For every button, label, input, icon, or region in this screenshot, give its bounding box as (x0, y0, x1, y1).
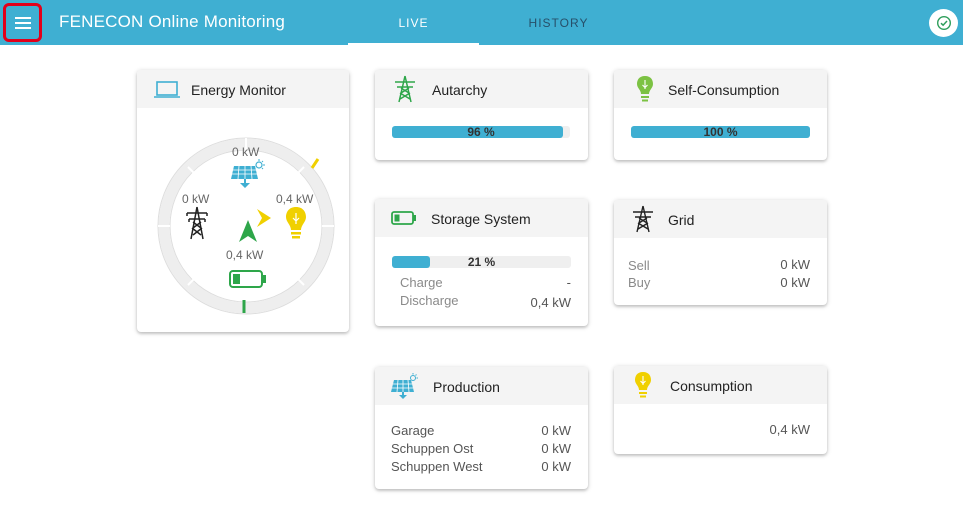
autarchy-card: Autarchy 96 % (375, 70, 588, 160)
production-row-value: 0 kW (541, 441, 571, 456)
energy-monitor-header[interactable]: Energy Monitor (137, 70, 349, 108)
production-row-label: Garage (391, 423, 435, 438)
status-button[interactable] (929, 9, 958, 37)
buy-label: Buy (628, 275, 651, 290)
production-row-value: 0 kW (541, 459, 571, 474)
lightbulb-icon (637, 76, 653, 102)
discharge-value: 0,4 kW (530, 295, 571, 310)
storage-system-card: Storage System 21 % Charge - Discharge 0… (375, 199, 588, 326)
self-consumption-progress-bar: 100 % (631, 126, 810, 138)
storage-flow-arrow-icon (239, 220, 257, 242)
consumption-value: 0,4 kW (769, 422, 810, 437)
self-consumption-header[interactable]: Self-Consumption (614, 70, 827, 108)
grid-header[interactable]: Grid (614, 200, 827, 238)
self-consumption-card: Self-Consumption 100 % (614, 70, 827, 160)
top-app-bar: FENECON Online Monitoring LIVE HISTORY (0, 0, 963, 45)
buy-value: 0 kW (780, 275, 810, 290)
grid-title: Grid (668, 212, 695, 228)
sell-label: Sell (628, 258, 650, 273)
autarchy-title: Autarchy (432, 82, 488, 98)
energy-monitor-card: Energy Monitor 0 kW 0 kW 0,4 kW 0,4 kW (137, 70, 349, 332)
storage-percent: 21 % (467, 255, 496, 269)
tab-live[interactable]: LIVE (348, 0, 479, 45)
charge-value: - (566, 275, 571, 290)
consumption-flow-arrow-icon (257, 209, 271, 227)
storage-system-header[interactable]: Storage System (375, 199, 588, 237)
autarchy-header[interactable]: Autarchy (375, 70, 588, 108)
discharge-label: Discharge (400, 293, 459, 308)
production-title: Production (433, 379, 500, 395)
grid-tower-icon (186, 206, 208, 240)
production-row-label: Schuppen West (391, 459, 483, 474)
autarchy-progress-bar: 96 % (392, 126, 570, 138)
battery-icon (229, 270, 266, 288)
production-card: Production Garage 0 kW Schuppen Ost 0 kW… (375, 367, 588, 489)
charge-label: Charge (400, 275, 443, 290)
grid-card: Grid Sell 0 kW Buy 0 kW (614, 200, 827, 305)
solar-panel-icon (391, 373, 418, 399)
consumption-card: Consumption 0,4 kW (614, 366, 827, 454)
self-consumption-percent: 100 % (703, 125, 738, 139)
lightbulb-icon (286, 207, 306, 239)
production-row-label: Schuppen Ost (391, 441, 474, 456)
consumption-header[interactable]: Consumption (614, 366, 827, 404)
check-circle-icon (936, 15, 951, 31)
storage-system-title: Storage System (431, 211, 531, 227)
production-row-value: 0 kW (541, 423, 571, 438)
tab-history[interactable]: HISTORY (493, 0, 624, 45)
self-consumption-title: Self-Consumption (668, 82, 780, 98)
autarchy-percent: 96 % (467, 125, 495, 139)
storage-progress-bar: 21 % (392, 256, 571, 268)
battery-icon (391, 211, 416, 225)
production-header[interactable]: Production (375, 367, 588, 405)
grid-tower-icon (395, 75, 415, 103)
sell-value: 0 kW (780, 257, 810, 272)
menu-button[interactable] (3, 3, 42, 42)
consumption-title: Consumption (670, 378, 753, 394)
lightbulb-icon (635, 372, 651, 398)
energy-monitor-title: Energy Monitor (191, 82, 286, 98)
menu-icon (14, 16, 31, 29)
consumption-value: 0,4 kW (276, 192, 314, 206)
grid-value: 0 kW (182, 192, 210, 206)
app-title: FENECON Online Monitoring (59, 12, 286, 31)
storage-value: 0,4 kW (226, 248, 264, 262)
production-value: 0 kW (232, 145, 260, 159)
solar-panel-icon (231, 159, 265, 188)
laptop-icon (154, 81, 180, 98)
grid-tower-icon (633, 205, 653, 233)
